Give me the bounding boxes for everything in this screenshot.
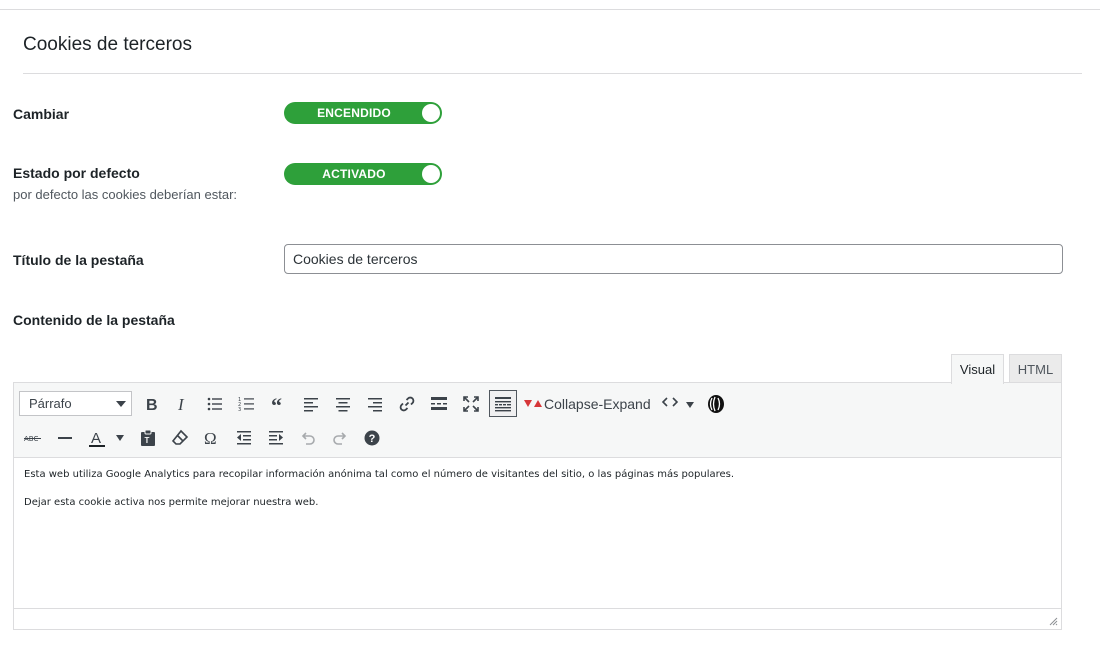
text-color-icon: A [89,430,105,447]
strikethrough-button[interactable]: ABC [20,425,46,451]
clear-format-button[interactable] [167,425,193,451]
toolbar-toggle-icon [495,396,511,411]
editor-toolbar: Párrafo B I 123 “ Collapse-Expand A T Ω … [14,383,1061,458]
blockquote-button[interactable]: “ [266,391,292,417]
italic-button[interactable]: I [169,391,195,417]
default-state-toggle[interactable]: ACTIVADO [284,163,442,185]
help-icon: ? [364,430,380,446]
content-paragraph: Dejar esta cookie activa nos permite mej… [24,497,319,508]
help-button[interactable]: ? [359,425,385,451]
outdent-icon [237,431,251,445]
undo-button[interactable] [295,425,321,451]
svg-text:T: T [145,436,150,445]
resize-handle-icon[interactable] [1049,617,1058,626]
toggle-knob [422,165,440,183]
indent-icon [269,431,283,445]
tab-visual[interactable]: Visual [951,354,1004,384]
editor-status-bar [14,608,1061,629]
special-character-button[interactable]: Ω [199,425,225,451]
text-color-button[interactable]: A [84,425,110,451]
bold-button[interactable]: B [138,391,164,417]
top-divider [0,9,1100,10]
read-more-button[interactable] [426,391,452,417]
code-icon [661,397,679,407]
outdent-button[interactable] [231,425,257,451]
horizontal-line-button[interactable] [52,425,78,451]
paste-text-button[interactable]: T [135,425,161,451]
plugin-button[interactable] [703,391,729,417]
plugin-icon [708,395,724,413]
italic-icon: I [177,395,185,414]
rich-text-editor: Párrafo B I 123 “ Collapse-Expand A T Ω … [13,382,1062,630]
tab-content-label: Contenido de la pestaña [13,312,175,328]
collapse-expand-button[interactable]: Collapse-Expand [524,391,651,417]
svg-text:I: I [177,395,185,414]
redo-button[interactable] [327,425,353,451]
fullscreen-icon [463,396,479,412]
default-state-toggle-text: ACTIVADO [322,167,386,181]
toolbar-toggle-button[interactable] [489,390,517,417]
svg-text:“: “ [271,394,282,414]
chevron-down-icon[interactable] [116,435,124,441]
svg-text:3: 3 [238,407,241,413]
svg-text:A: A [91,430,101,447]
switch-toggle[interactable]: ENCENDIDO [284,102,442,124]
format-select-value: Párrafo [29,396,72,411]
special-char-icon: Ω [204,429,217,448]
toggle-knob [422,104,440,122]
tab-title-label: Título de la pestaña [13,252,144,268]
indent-button[interactable] [263,425,289,451]
switch-toggle-text: ENCENDIDO [317,106,391,120]
paste-text-icon: T [141,429,155,446]
align-left-button[interactable] [298,391,324,417]
align-center-icon [336,398,350,412]
svg-text:Ω: Ω [204,429,217,448]
clear-format-icon [171,429,189,445]
bullet-list-button[interactable] [202,391,228,417]
title-divider [23,73,1082,74]
chevron-down-icon[interactable] [686,402,694,408]
svg-text:?: ? [369,433,376,445]
link-button[interactable] [394,391,420,417]
content-paragraph: Esta web utiliza Google Analytics para r… [24,469,735,480]
collapse-expand-icon [524,400,542,407]
align-right-button[interactable] [362,391,388,417]
align-left-icon [304,398,318,412]
code-button[interactable] [657,389,683,415]
fullscreen-button[interactable] [458,391,484,417]
tab-html[interactable]: HTML [1009,354,1062,383]
default-state-description: por defecto las cookies deberían estar: [13,187,238,202]
redo-icon [333,432,347,445]
svg-text:B: B [146,397,158,414]
section-title: Cookies de terceros [23,34,192,55]
read-more-icon [431,397,447,410]
numbered-list-button[interactable]: 123 [234,391,260,417]
switch-label: Cambiar [13,106,70,122]
align-right-icon [368,398,382,412]
numbered-list-icon: 123 [238,397,254,413]
align-center-button[interactable] [330,391,356,417]
editor-content[interactable]: Esta web utiliza Google Analytics para r… [24,469,1054,525]
strikethrough-icon: ABC [24,435,41,443]
undo-icon [301,432,315,445]
blockquote-icon: “ [271,394,282,414]
tab-title-input[interactable] [284,244,1063,274]
chevron-down-icon [116,401,126,407]
bold-icon: B [146,397,158,414]
link-icon [399,396,415,412]
default-state-label: Estado por defecto [13,165,140,181]
horizontal-line-icon [58,437,72,439]
collapse-expand-label: Collapse-Expand [544,396,651,412]
format-select[interactable]: Párrafo [19,391,132,416]
bullet-list-icon [207,397,222,411]
